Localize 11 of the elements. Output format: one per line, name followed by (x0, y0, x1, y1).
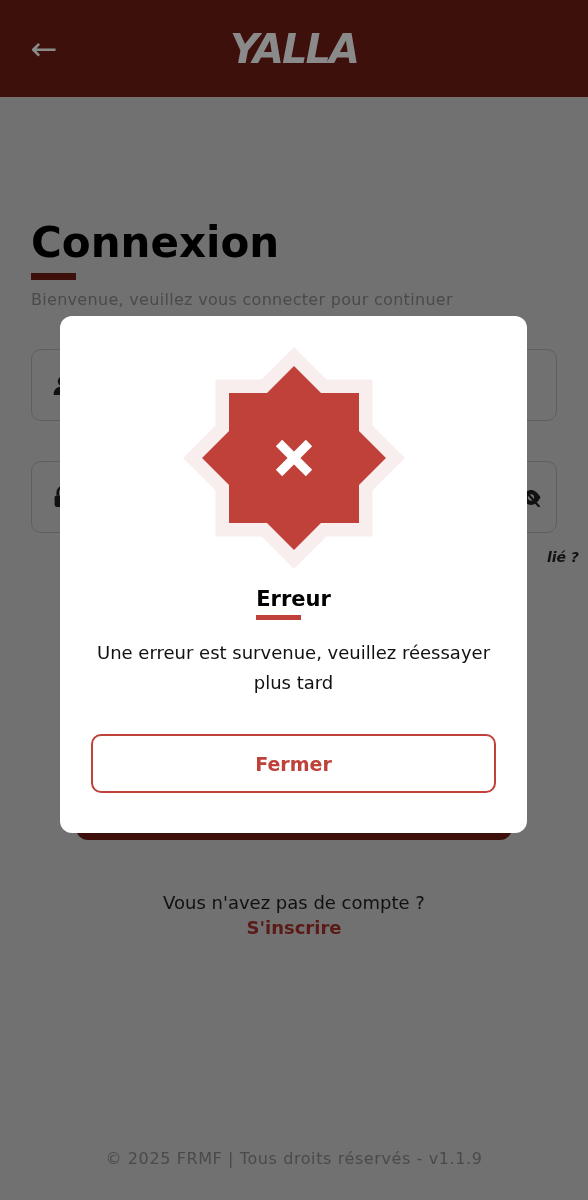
signup-link[interactable]: S'inscrire (246, 917, 342, 938)
close-button[interactable]: Fermer (91, 734, 496, 793)
forgot-password-link[interactable]: lié ? (546, 549, 579, 565)
back-button[interactable]: ← (24, 29, 64, 68)
signup-prompt: Vous n'avez pas de compte ? (163, 892, 425, 913)
dialog-message: Une erreur est survenue, veuillez réessayer plus tard (95, 641, 492, 695)
title-underline (31, 273, 76, 280)
title-underline (256, 615, 302, 620)
page-title: Connexion (31, 217, 280, 269)
dialog-title: Erreur (256, 587, 331, 611)
logo: YALLA (230, 25, 358, 72)
